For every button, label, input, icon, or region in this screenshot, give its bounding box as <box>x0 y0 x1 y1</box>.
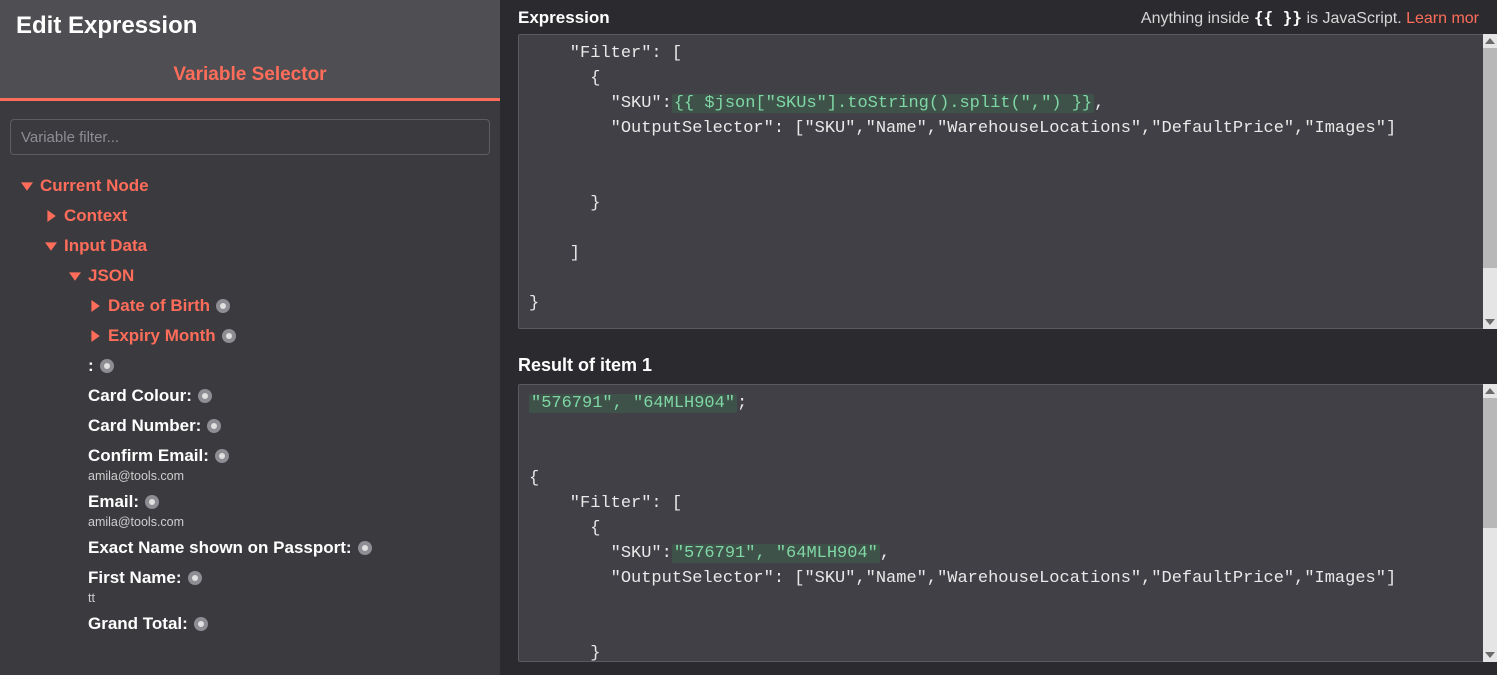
variable-tree-scroll[interactable]: Current Node Context Input Data JSON <box>10 171 500 667</box>
result-title: Result of item 1 <box>500 329 1497 384</box>
tree-label: First Name: <box>88 568 182 588</box>
code-line: { <box>529 469 539 488</box>
code-line: "OutputSelector": ["SKU","Name","Warehou… <box>529 119 1396 138</box>
code-line: "Filter": [ <box>529 44 682 63</box>
code-line: , <box>1094 94 1104 113</box>
code-line: ] <box>529 244 580 263</box>
variable-tree: Current Node Context Input Data JSON <box>0 163 500 675</box>
scroll-up-icon[interactable] <box>1483 34 1497 48</box>
value-dot-icon <box>216 299 230 313</box>
result-highlight: "576791", "64MLH904" <box>529 394 737 413</box>
result-highlight: "576791", "64MLH904" <box>672 544 880 563</box>
code-line: "SKU": <box>529 94 672 113</box>
value-dot-icon <box>188 571 202 585</box>
result-viewer-wrap: "576791", "64MLH904"; { "Filter": [ { "S… <box>518 384 1497 662</box>
tree-node-confirm-email[interactable]: Confirm Email: <box>10 441 476 471</box>
expression-title: Expression <box>518 8 610 28</box>
code-line: ; <box>737 394 747 413</box>
tree-label: Date of Birth <box>108 296 210 316</box>
code-line: } <box>529 294 539 313</box>
tree-node-passport-name[interactable]: Exact Name shown on Passport: <box>10 533 476 563</box>
scroll-thumb[interactable] <box>1483 48 1497 268</box>
tab-variable-selector[interactable]: Variable Selector <box>173 64 326 85</box>
tree-node-card-colour[interactable]: Card Colour: <box>10 381 476 411</box>
value-dot-icon <box>194 617 208 631</box>
tree-label: JSON <box>88 266 134 286</box>
value-dot-icon <box>198 389 212 403</box>
scroll-down-icon[interactable] <box>1483 648 1497 662</box>
variable-filter-input[interactable] <box>10 119 490 155</box>
tree-label: Context <box>64 206 127 226</box>
tree-label: Confirm Email: <box>88 446 209 466</box>
tree-label: Card Colour: <box>88 386 192 406</box>
expression-panel: Expression Anything inside {{ }} is Java… <box>500 0 1497 675</box>
tree-node-input-data[interactable]: Input Data <box>10 231 476 261</box>
tree-node-current-node[interactable]: Current Node <box>10 171 476 201</box>
modal-title: Edit Expression <box>16 12 484 40</box>
tree-label: Grand Total: <box>88 614 188 634</box>
value-dot-icon <box>207 419 221 433</box>
expression-header: Expression Anything inside {{ }} is Java… <box>500 0 1497 34</box>
expression-highlight: {{ $json["SKUs"].toString().split(",") }… <box>672 94 1094 113</box>
tab-bar: Variable Selector <box>0 50 500 101</box>
code-line: } <box>529 194 600 213</box>
chevron-down-icon <box>44 239 58 253</box>
chevron-down-icon <box>20 179 34 193</box>
variable-selector-panel: Edit Expression Variable Selector Curren… <box>0 0 500 675</box>
tree-label: Input Data <box>64 236 147 256</box>
chevron-down-icon <box>68 269 82 283</box>
value-dot-icon <box>145 495 159 509</box>
tree-label: Card Number: <box>88 416 201 436</box>
expression-editor-wrap: "Filter": [ { "SKU":{{ $json["SKUs"].toS… <box>518 34 1497 329</box>
value-dot-icon <box>215 449 229 463</box>
tree-label: : <box>88 356 94 376</box>
filter-wrap <box>0 101 500 163</box>
result-viewer[interactable]: "576791", "64MLH904"; { "Filter": [ { "S… <box>518 384 1497 662</box>
scroll-down-icon[interactable] <box>1483 315 1497 329</box>
code-line: "SKU": <box>529 544 672 563</box>
scroll-up-icon[interactable] <box>1483 384 1497 398</box>
code-line: "Filter": [ <box>529 494 682 513</box>
tree-node-email[interactable]: Email: <box>10 487 476 517</box>
value-dot-icon <box>100 359 114 373</box>
learn-more-link[interactable]: Learn mor <box>1406 10 1479 27</box>
tree-value-confirm-email: amila@tools.com <box>10 469 476 483</box>
hint-text-suffix: is JavaScript. <box>1302 10 1406 27</box>
result-scrollbar[interactable] <box>1483 384 1497 662</box>
hint-text-prefix: Anything inside <box>1141 10 1254 27</box>
tree-node-date-of-birth[interactable]: Date of Birth <box>10 291 476 321</box>
chevron-right-icon <box>88 329 102 343</box>
tree-node-card-number[interactable]: Card Number: <box>10 411 476 441</box>
value-dot-icon <box>358 541 372 555</box>
code-line: { <box>529 519 600 538</box>
tree-label: Current Node <box>40 176 149 196</box>
tree-node-first-name[interactable]: First Name: <box>10 563 476 593</box>
code-line: } <box>529 644 600 662</box>
code-line: "OutputSelector": ["SKU","Name","Warehou… <box>529 569 1396 588</box>
expression-hint: Anything inside {{ }} is JavaScript. Lea… <box>1141 8 1479 28</box>
chevron-right-icon <box>88 299 102 313</box>
tree-node-json[interactable]: JSON <box>10 261 476 291</box>
tree-node-grand-total[interactable]: Grand Total: <box>10 609 476 639</box>
expression-scrollbar[interactable] <box>1483 34 1497 329</box>
tree-value-email: amila@tools.com <box>10 515 476 529</box>
chevron-right-icon <box>44 209 58 223</box>
left-header: Edit Expression <box>0 0 500 50</box>
tree-node-expiry-month[interactable]: Expiry Month <box>10 321 476 351</box>
expression-editor[interactable]: "Filter": [ { "SKU":{{ $json["SKUs"].toS… <box>518 34 1497 329</box>
hint-braces: {{ }} <box>1254 8 1302 27</box>
tree-label: Exact Name shown on Passport: <box>88 538 352 558</box>
code-line: { <box>529 69 600 88</box>
tree-label: Expiry Month <box>108 326 216 346</box>
tree-label: Email: <box>88 492 139 512</box>
tree-node-colon[interactable]: : <box>10 351 476 381</box>
value-dot-icon <box>222 329 236 343</box>
tree-node-context[interactable]: Context <box>10 201 476 231</box>
code-line: , <box>880 544 890 563</box>
tree-value-first-name: tt <box>10 591 476 605</box>
scroll-thumb[interactable] <box>1483 398 1497 528</box>
